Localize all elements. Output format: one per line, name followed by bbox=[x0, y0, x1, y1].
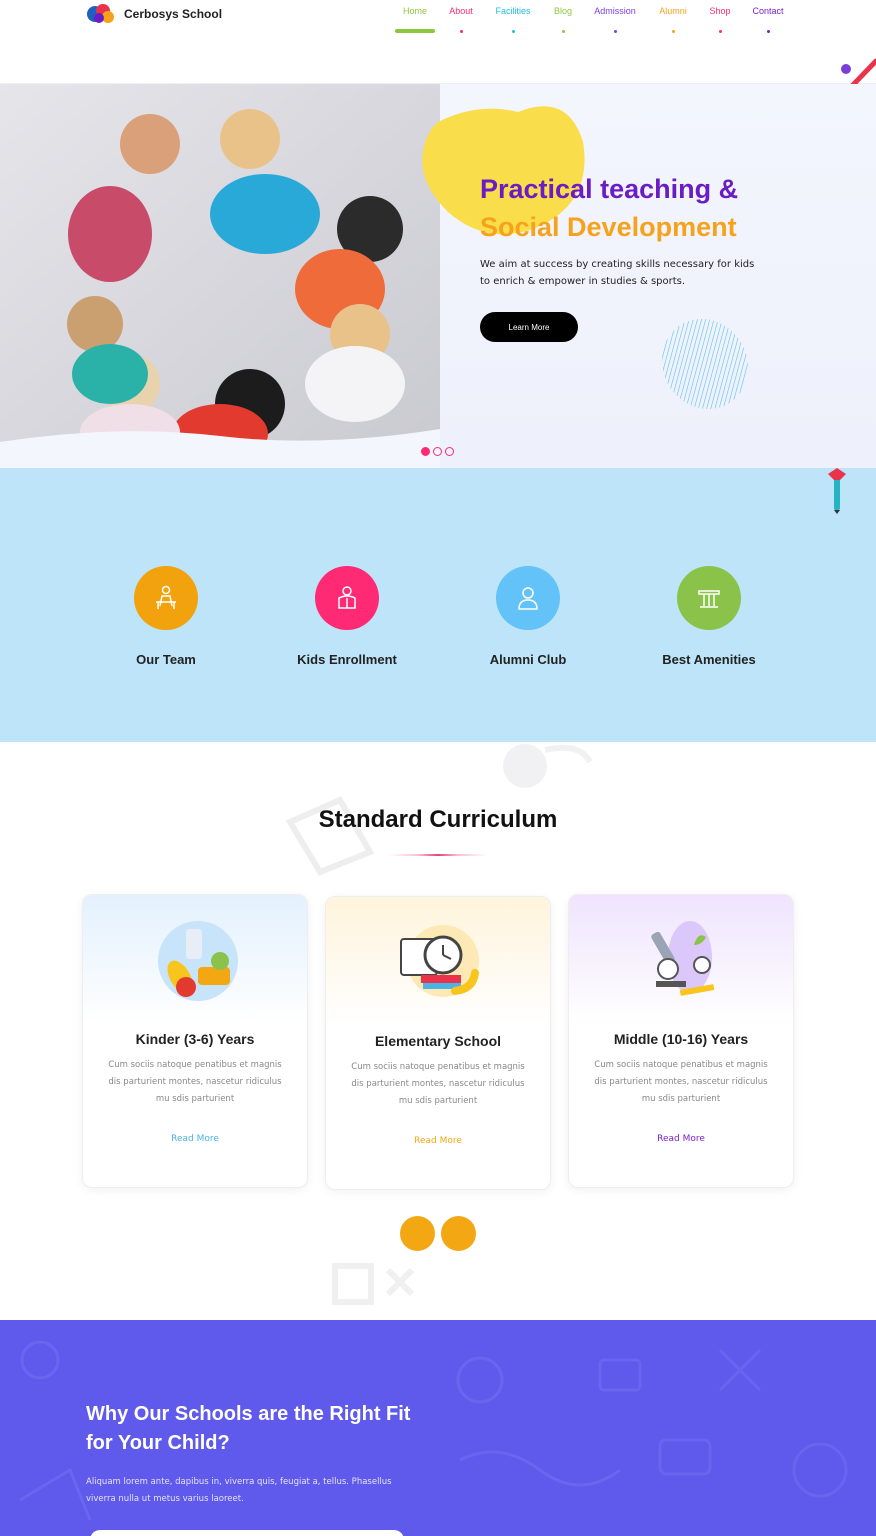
nav-dot bbox=[561, 30, 565, 33]
hero-description: We aim at success by creating skills nec… bbox=[480, 259, 755, 287]
curriculum-card-elementary[interactable]: Elementary School Cum sociis natoque pen… bbox=[325, 896, 551, 1190]
hero-slider: Practical teaching & Social Development … bbox=[0, 84, 876, 468]
nav-facilities-label: Facilities bbox=[495, 6, 531, 16]
feature-label: Kids Enrollment bbox=[297, 652, 397, 667]
hero-title-line1: Practical teaching & bbox=[480, 174, 739, 204]
student-reading-icon bbox=[315, 566, 379, 630]
curriculum-section: Standard Curriculum Kinder (3-6) Years C… bbox=[0, 742, 876, 1320]
curriculum-title: Standard Curriculum bbox=[318, 806, 558, 833]
nav-active-indicator bbox=[395, 29, 435, 33]
nav-dot bbox=[613, 30, 617, 33]
microscope-illustration-icon bbox=[569, 895, 793, 1025]
graduate-icon bbox=[496, 566, 560, 630]
feature-label: Best Amenities bbox=[662, 652, 756, 667]
nav-shop[interactable]: Shop bbox=[702, 6, 738, 33]
nav-dot bbox=[671, 30, 675, 33]
pencil-icon bbox=[828, 468, 846, 514]
feature-best-amenities[interactable]: Best Amenities bbox=[619, 566, 799, 667]
pillar-icon bbox=[677, 566, 741, 630]
features-section: Our Team Kids Enrollment Alumni Club Bes… bbox=[0, 468, 876, 742]
why-title: Why Our Schools are the Right Fit for Yo… bbox=[86, 1403, 411, 1454]
nav-home[interactable]: Home bbox=[395, 6, 435, 33]
curriculum-card-kinder[interactable]: Kinder (3-6) Years Cum sociis natoque pe… bbox=[82, 894, 308, 1188]
nav-blog[interactable]: Blog bbox=[543, 6, 583, 33]
card-title: Middle (10-16) Years bbox=[613, 1031, 749, 1047]
nav-alumni[interactable]: Alumni bbox=[651, 6, 695, 33]
nav-facilities[interactable]: Facilities bbox=[488, 6, 538, 33]
why-action-button[interactable] bbox=[90, 1530, 404, 1536]
carousel-pagination bbox=[400, 1216, 476, 1251]
nav-dot bbox=[459, 30, 463, 33]
hero-title: Practical teaching & Social Development bbox=[480, 170, 738, 246]
feature-label: Our Team bbox=[136, 652, 196, 667]
title-underline bbox=[388, 854, 488, 856]
nav-dot bbox=[718, 30, 722, 33]
why-section: Why Our Schools are the Right Fit for Yo… bbox=[0, 1320, 876, 1536]
nav-admission-label: Admission bbox=[594, 6, 636, 16]
nav-about-label: About bbox=[449, 6, 473, 16]
nav-home-label: Home bbox=[402, 6, 427, 16]
nav-contact-label: Contact bbox=[752, 6, 784, 16]
slider-dot-1[interactable] bbox=[421, 447, 430, 456]
hero-title-line2: Social Development bbox=[480, 212, 737, 242]
hero-photo-children bbox=[0, 84, 440, 468]
card-description: Cum sociis natoque penatibus et magnis d… bbox=[108, 1060, 282, 1104]
hatched-shape bbox=[661, 318, 749, 410]
nav-dot bbox=[766, 30, 770, 33]
card-description: Cum sociis natoque penatibus et magnis d… bbox=[594, 1060, 768, 1104]
nav-contact[interactable]: Contact bbox=[746, 6, 790, 33]
person-desk-icon bbox=[134, 566, 198, 630]
slider-pagination bbox=[421, 447, 454, 456]
nav-admission[interactable]: Admission bbox=[587, 6, 643, 33]
feature-our-team[interactable]: Our Team bbox=[76, 566, 256, 667]
slider-dot-2[interactable] bbox=[433, 447, 442, 456]
learn-more-button[interactable]: Learn More bbox=[480, 312, 578, 342]
nav-blog-label: Blog bbox=[553, 6, 572, 16]
main-nav: Home About Facilities Blog Admission Alu… bbox=[0, 6, 876, 46]
why-description: Aliquam lorem ante, dapibus in, viverra … bbox=[86, 1477, 392, 1504]
feature-alumni-club[interactable]: Alumni Club bbox=[438, 566, 618, 667]
nav-alumni-label: Alumni bbox=[659, 6, 687, 16]
card-title: Kinder (3-6) Years bbox=[135, 1031, 255, 1047]
nav-dot bbox=[511, 30, 515, 33]
feature-label: Alumni Club bbox=[489, 652, 567, 667]
carousel-dot-1[interactable] bbox=[400, 1216, 435, 1251]
nav-shop-label: Shop bbox=[709, 6, 731, 16]
read-more-link[interactable]: Read More bbox=[83, 1134, 307, 1144]
nav-about[interactable]: About bbox=[441, 6, 481, 33]
feature-kids-enrollment[interactable]: Kids Enrollment bbox=[257, 566, 437, 667]
read-more-link[interactable]: Read More bbox=[569, 1134, 793, 1144]
card-title: Elementary School bbox=[374, 1033, 502, 1049]
read-more-link[interactable]: Read More bbox=[326, 1136, 550, 1146]
site-header: Cerbosys School Home About Facilities Bl… bbox=[0, 0, 876, 152]
lunch-illustration-icon bbox=[83, 895, 307, 1025]
clock-books-illustration-icon bbox=[326, 897, 550, 1027]
slider-dot-3[interactable] bbox=[445, 447, 454, 456]
card-description: Cum sociis natoque penatibus et magnis d… bbox=[351, 1062, 525, 1106]
curriculum-card-middle[interactable]: Middle (10-16) Years Cum sociis natoque … bbox=[568, 894, 794, 1188]
carousel-dot-2[interactable] bbox=[441, 1216, 476, 1251]
